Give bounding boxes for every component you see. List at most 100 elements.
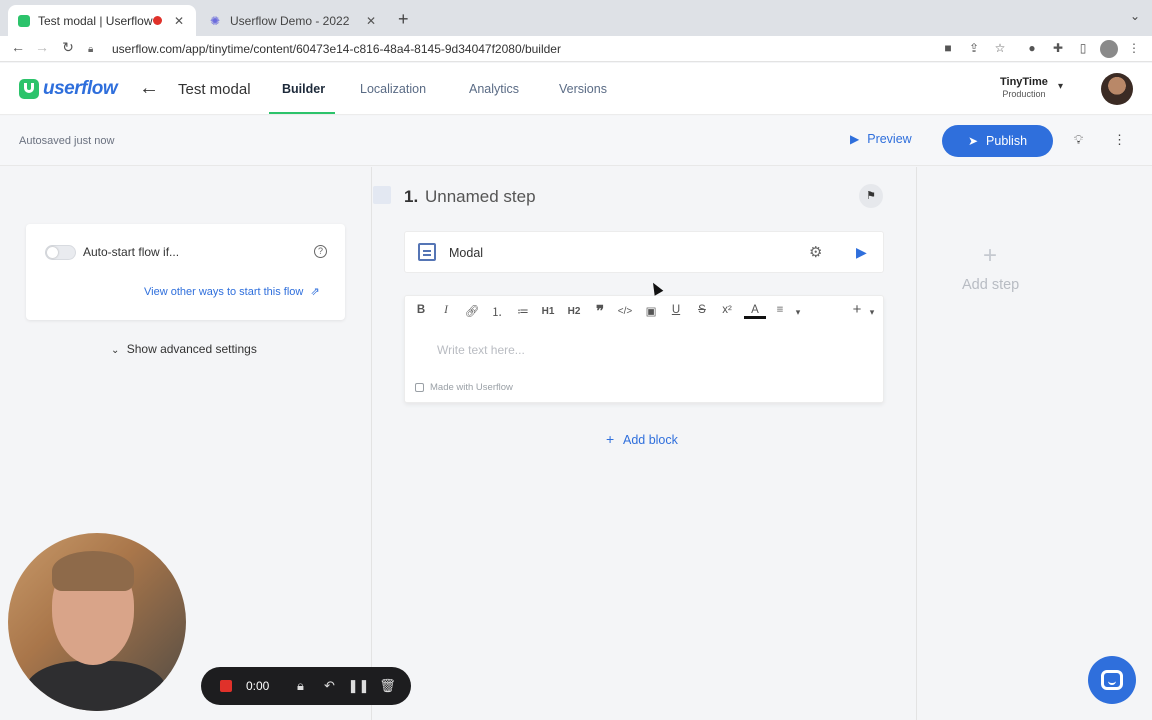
user-avatar[interactable] — [1101, 73, 1133, 105]
userflow-mini-icon — [415, 383, 424, 392]
back-arrow-icon[interactable]: ← — [139, 77, 159, 100]
branding-text: Made with Userflow — [430, 382, 513, 393]
italic-icon[interactable]: I — [437, 304, 455, 316]
chat-icon — [1101, 670, 1123, 690]
tab-builder[interactable]: Builder — [282, 82, 325, 96]
other-ways-text: View other ways to start this flow — [144, 286, 304, 298]
recording-timer: 0:00 — [246, 679, 270, 693]
userflow-logo[interactable]: userflow — [19, 78, 118, 100]
publish-label: Publish — [986, 134, 1028, 148]
browser-profile-avatar[interactable] — [1100, 40, 1118, 58]
add-block-label: Add block — [622, 433, 678, 447]
chevron-down-icon[interactable]: ▾ — [1058, 81, 1063, 92]
superscript-icon[interactable]: x² — [718, 304, 736, 316]
browser-tab-inactive[interactable]: ✺ Userflow Demo - 2022 ✕ — [200, 5, 388, 36]
stop-recording-icon[interactable] — [220, 680, 232, 692]
play-icon: ▶ — [850, 132, 860, 146]
support-chat-button[interactable] — [1088, 656, 1136, 704]
quote-icon[interactable]: ❞ — [591, 302, 609, 320]
publish-button[interactable]: ➤ Publish — [942, 125, 1053, 157]
undo-icon[interactable]: ↶ — [315, 678, 344, 694]
address-bar[interactable]: 🔒︎ userflow.com/app/tinytime/content/604… — [88, 38, 928, 60]
extensions-puzzle-icon[interactable]: ✚ — [1050, 41, 1066, 55]
underline-icon[interactable]: U — [667, 304, 685, 316]
camera-icon[interactable]: ■ — [940, 41, 956, 55]
preview-button[interactable]: ▶ Preview — [850, 132, 912, 146]
browser-menu-icon[interactable]: ⋮ — [1126, 41, 1142, 55]
modal-block-header[interactable]: Modal ⚙ ▶ — [404, 231, 884, 273]
play-step-icon[interactable]: ▶ — [856, 244, 867, 261]
app-header: userflow ← Test modal Builder Localizati… — [0, 63, 1152, 115]
strikethrough-icon[interactable]: S — [693, 304, 711, 316]
url-text: userflow.com/app/tinytime/content/60473e… — [112, 42, 561, 56]
plus-icon[interactable]: + — [983, 242, 997, 270]
text-editor[interactable]: B I 🔗︎ ⒈ ≔ H1 H2 ❞ </> ▣ U S x² A ≡ ▾ + … — [404, 295, 884, 403]
gear-favicon-icon: ✺ — [210, 13, 221, 28]
add-block-button[interactable]: + Add block — [606, 431, 678, 447]
bold-icon[interactable]: B — [412, 304, 430, 316]
tab-versions[interactable]: Versions — [559, 82, 607, 96]
back-icon[interactable]: ← — [9, 39, 27, 55]
reload-icon[interactable]: ↻ — [59, 39, 77, 56]
side-panel-icon[interactable]: ▯ — [1075, 41, 1091, 55]
trash-icon[interactable]: 🗑︎ — [373, 678, 402, 694]
gear-icon[interactable]: ⚙ — [809, 243, 822, 261]
tab-title: Test modal | Userflow — [38, 13, 153, 28]
org-environment: Production — [1002, 89, 1046, 99]
help-circle-icon[interactable]: ? — [314, 245, 327, 258]
tab-analytics[interactable]: Analytics — [469, 82, 519, 96]
recording-controls: 0:00 🔒︎ ↶ ❚❚ 🗑︎ — [201, 667, 411, 705]
userflow-favicon-icon — [18, 14, 30, 27]
new-tab-button[interactable]: + — [398, 10, 409, 28]
heading1-icon[interactable]: H1 — [539, 306, 557, 317]
tab-search-chevron-icon[interactable]: ⌄ — [1130, 9, 1140, 23]
editor-placeholder[interactable]: Write text here... — [437, 343, 525, 357]
text-color-icon[interactable]: A — [744, 304, 766, 319]
other-ways-link[interactable]: View other ways to start this flow ⇗ — [144, 285, 320, 298]
autostart-toggle[interactable] — [45, 245, 76, 260]
link-icon[interactable]: 🔗︎ — [463, 304, 481, 318]
code-icon[interactable]: </> — [616, 306, 634, 317]
tab-localization[interactable]: Localization — [360, 82, 426, 96]
step-drag-handle[interactable] — [373, 186, 391, 204]
more-options-icon[interactable]: ⋮ — [1113, 132, 1126, 148]
ordered-list-icon[interactable]: ⒈ — [488, 304, 506, 320]
pause-icon[interactable]: ❚❚ — [344, 678, 373, 694]
lock-icon[interactable]: 🔒︎ — [286, 678, 315, 694]
webcam-person-hair — [52, 551, 134, 591]
align-icon[interactable]: ≡ — [771, 304, 789, 316]
webcam-overlay[interactable] — [8, 533, 186, 711]
embed-icon[interactable]: ▣ — [642, 304, 660, 318]
step-name[interactable]: Unnamed step — [425, 187, 536, 207]
autostart-card: Auto-start flow if... ? View other ways … — [26, 224, 345, 320]
close-tab-icon[interactable]: ✕ — [172, 14, 186, 28]
step-canvas: 1. Unnamed step ⚑ Modal ⚙ ▶ B I 🔗︎ ⒈ ≔ H… — [373, 167, 915, 720]
chevron-down-icon: ⌄ — [111, 345, 120, 356]
logo-text: userflow — [43, 78, 118, 99]
bullet-list-icon[interactable]: ≔ — [514, 304, 532, 318]
flag-goal-icon[interactable]: ⚑ — [859, 184, 883, 208]
browser-toolbar: ← → ↻ 🔒︎ userflow.com/app/tinytime/conte… — [0, 36, 1152, 62]
browser-tab-active[interactable]: Test modal | Userflow ✕ — [8, 5, 196, 36]
bookmark-star-icon[interactable]: ☆ — [992, 41, 1008, 55]
made-with-userflow-badge: Made with Userflow — [415, 382, 513, 393]
org-switcher[interactable]: TinyTime Production — [1000, 76, 1048, 99]
add-step-label[interactable]: Add step — [962, 277, 1019, 293]
userflow-logo-icon — [19, 79, 39, 99]
insert-dropdown-icon[interactable]: ▾ — [863, 307, 881, 318]
lightbulb-icon[interactable]: 💡︎ — [1074, 132, 1083, 148]
forward-icon[interactable]: → — [33, 39, 51, 55]
lock-icon: 🔒︎ — [88, 43, 94, 55]
add-step-panel[interactable]: + Add step — [916, 167, 1152, 720]
extension-record-icon[interactable]: ● — [1024, 41, 1040, 55]
active-tab-indicator — [269, 112, 335, 114]
show-advanced-settings-toggle[interactable]: ⌄ Show advanced settings — [111, 342, 257, 356]
preview-label: Preview — [867, 132, 912, 146]
org-name: TinyTime — [1000, 76, 1048, 88]
flow-title: Test modal — [178, 81, 251, 98]
share-icon[interactable]: ⇪ — [966, 41, 982, 55]
block-type-label: Modal — [449, 246, 484, 260]
heading2-icon[interactable]: H2 — [565, 306, 583, 317]
align-dropdown-icon[interactable]: ▾ — [789, 307, 807, 318]
close-tab-icon[interactable]: ✕ — [364, 14, 378, 28]
